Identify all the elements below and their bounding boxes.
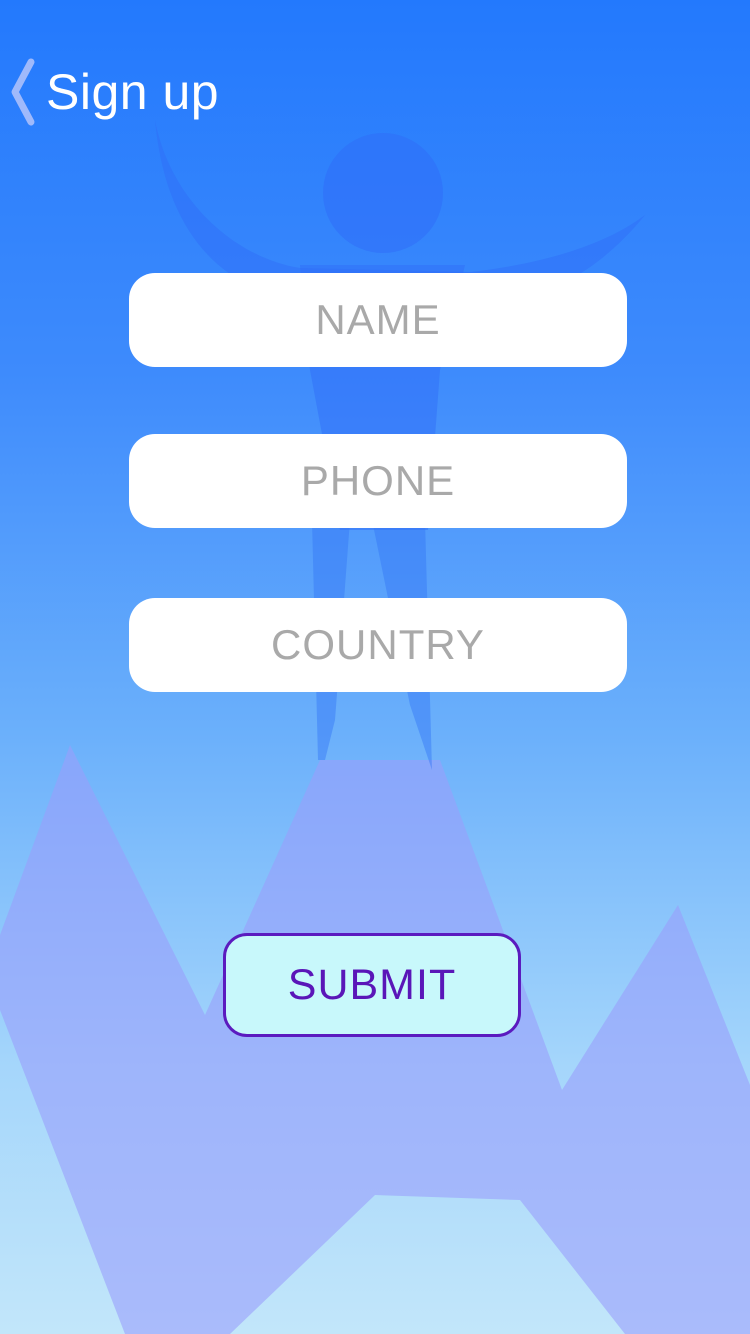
country-field[interactable]: COUNTRY bbox=[129, 598, 627, 692]
phone-field[interactable]: PHONE bbox=[129, 434, 627, 528]
mountain-silhouette bbox=[0, 745, 750, 1334]
country-field-placeholder: COUNTRY bbox=[271, 621, 485, 668]
submit-button-label: SUBMIT bbox=[287, 960, 457, 1009]
submit-button[interactable]: SUBMIT bbox=[223, 933, 521, 1037]
page-title: Sign up bbox=[46, 64, 220, 120]
phone-field-placeholder: PHONE bbox=[300, 457, 456, 504]
back-button[interactable] bbox=[0, 52, 44, 132]
header: Sign up bbox=[0, 52, 219, 132]
chevron-left-icon bbox=[11, 58, 35, 126]
name-field[interactable]: NAME bbox=[129, 273, 627, 367]
figure-head bbox=[323, 133, 443, 253]
sign-up-screen: Sign up NAME PHONE COUNTRY SUBMIT bbox=[0, 0, 750, 1334]
name-field-placeholder: NAME bbox=[315, 296, 441, 343]
